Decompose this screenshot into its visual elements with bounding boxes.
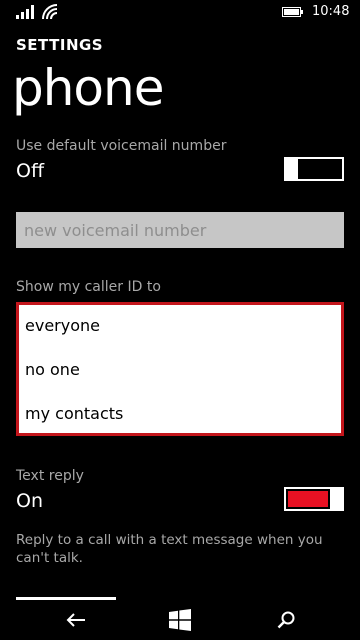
caller-id-option-my-contacts[interactable]: my contacts xyxy=(25,404,123,423)
caller-id-option-everyone[interactable]: everyone xyxy=(25,316,100,335)
page-title: phone xyxy=(12,59,164,117)
wifi-icon xyxy=(42,4,58,20)
text-reply-description: Reply to a call with a text message when… xyxy=(16,532,323,566)
start-button[interactable] xyxy=(160,606,200,634)
back-button[interactable] xyxy=(56,606,96,634)
toggle-fill xyxy=(288,491,328,507)
text-reply-label: Text reply xyxy=(16,468,84,484)
caller-id-list[interactable]: everyone no one my contacts xyxy=(16,302,344,436)
text-reply-state: On xyxy=(16,490,43,512)
windows-logo-icon xyxy=(169,609,191,631)
status-bar: 10:48 xyxy=(0,0,360,24)
battery-icon xyxy=(282,7,303,17)
voicemail-label: Use default voicemail number xyxy=(16,138,227,154)
voicemail-toggle[interactable] xyxy=(284,157,344,181)
search-icon xyxy=(277,611,295,629)
toggle-knob xyxy=(330,487,344,511)
back-arrow-icon xyxy=(66,613,85,627)
text-reply-toggle[interactable] xyxy=(284,487,344,511)
section-title: SETTINGS xyxy=(16,36,104,54)
voicemail-state: Off xyxy=(16,160,45,182)
toggle-knob xyxy=(284,157,298,181)
status-time: 10:48 xyxy=(312,4,350,19)
caller-id-option-no-one[interactable]: no one xyxy=(25,360,80,379)
search-button[interactable] xyxy=(266,606,306,634)
voicemail-number-input[interactable] xyxy=(16,212,344,248)
caller-id-label: Show my caller ID to xyxy=(16,279,161,295)
navigation-bar xyxy=(0,600,360,640)
signal-icon xyxy=(16,5,34,19)
